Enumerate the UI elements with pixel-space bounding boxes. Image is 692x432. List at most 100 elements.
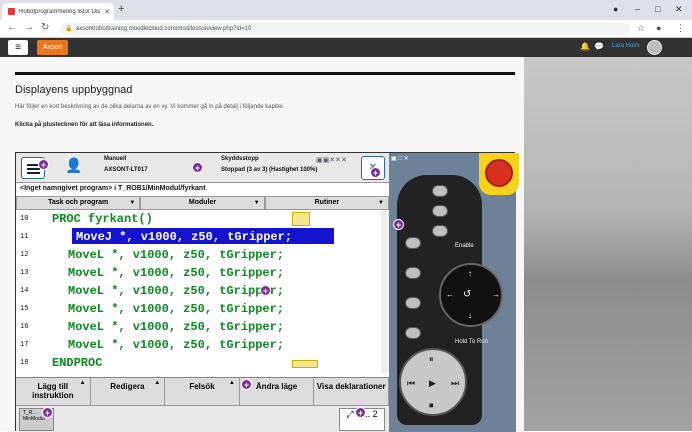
divider [15, 72, 515, 75]
bell-icon[interactable]: 🔔 [580, 42, 590, 51]
code-editor: 10 PROC fyrkant() 11 MoveJ *, v1000, z50, t… [16, 210, 389, 373]
status-icons: ▣▣✕✕✕ [316, 157, 347, 164]
hold-to-run-label: Hold To Run [455, 339, 488, 345]
code-line[interactable]: MoveL *, v1000, z50, tGripper; [68, 284, 284, 298]
chat-icon[interactable]: 💬 [594, 42, 604, 51]
hard-key[interactable] [405, 267, 421, 279]
plus-hotspot[interactable]: + [393, 219, 404, 230]
pendant-status-bar: + 👤 Manuell AXSONT-LT017 + Skyddsstopp S… [16, 153, 389, 183]
pendant-screen: + 👤 Manuell AXSONT-LT017 + Skyddsstopp S… [16, 153, 389, 432]
code-line[interactable]: MoveL *, v1000, z50, tGripper; [68, 302, 284, 316]
step-up-icon[interactable]: ⏸ [429, 354, 434, 365]
address-bar: ← → ↻ 🔒 axsontrobottraining.moodlecloud.… [0, 20, 692, 38]
step-back-icon[interactable]: ⏮ [407, 378, 415, 389]
code-line[interactable]: MoveJ *, v1000, z50, tGripper; [76, 230, 292, 244]
hard-key[interactable] [432, 205, 448, 217]
line-number: 11 [20, 233, 29, 241]
line-number: 14 [20, 287, 29, 295]
lesson-page: Displayens uppbyggnad Här följer en kort… [0, 57, 524, 432]
button-label: Lägg till instruktion [32, 382, 74, 400]
button-label: Felsök [189, 382, 215, 391]
code-line[interactable]: ENDPROC [52, 356, 102, 370]
pendant-hardware: ▣ □ ✕ ? + Enable ↑ ↓ ← → ↺ Hold To Run [389, 153, 519, 432]
close-tab-icon[interactable]: ✕ [104, 8, 110, 16]
tab-label: Moduler [188, 199, 217, 206]
user-name[interactable]: Lara Holm [612, 43, 640, 49]
course-button[interactable]: Axson [37, 40, 69, 55]
plus-hotspot[interactable]: + [370, 167, 381, 178]
run-status: Stoppad (3 av 3) (Hastighet 100%) [221, 167, 318, 173]
debug-button[interactable]: Felsök ▲ [165, 378, 240, 405]
pendant-bottom-menu: Lägg till instruktion ▲ Redigera ▲ Felsök ▲… [16, 377, 389, 405]
star-icon[interactable]: ☆ [637, 23, 645, 34]
scrollbar[interactable] [381, 210, 389, 373]
hamburger-button[interactable]: ≡ [8, 40, 28, 55]
operating-mode: Manuell [104, 156, 127, 162]
show-declarations-button[interactable]: Visa deklarationer [314, 378, 389, 405]
line-number: 16 [20, 323, 29, 331]
intro-text: Här följer en kort beskrivning av de oli… [15, 104, 285, 110]
back-icon[interactable]: ← [7, 22, 17, 33]
code-line[interactable]: PROC fyrkant() [52, 212, 153, 226]
hard-key[interactable] [432, 225, 448, 237]
code-line[interactable]: MoveL *, v1000, z50, tGripper; [68, 266, 284, 280]
button-label: Visa deklarationer [316, 382, 386, 391]
play-icon[interactable]: ▶ [429, 378, 436, 389]
step-forward-icon[interactable]: ⏭ [451, 378, 459, 389]
chevron-up-icon: ▲ [79, 380, 86, 386]
flexpendant-image: + 👤 Manuell AXSONT-LT017 + Skyddsstopp S… [15, 152, 519, 432]
plus-hotspot[interactable]: + [42, 407, 53, 418]
plus-hotspot[interactable]: + [241, 379, 252, 390]
hard-key[interactable] [432, 185, 448, 197]
stop-icon[interactable]: ⏹ [429, 400, 434, 411]
emergency-stop-button[interactable] [479, 153, 519, 195]
line-number: 12 [20, 251, 29, 259]
reload-icon[interactable]: ↻ [41, 22, 49, 33]
tab-modules[interactable]: Moduler ▼ [140, 196, 265, 210]
plus-hotspot[interactable]: + [260, 285, 271, 296]
code-line[interactable]: MoveL *, v1000, z50, tGripper; [68, 320, 284, 334]
maximize-button[interactable]: □ [655, 4, 660, 14]
hint-text: Klicka på plustecknen för att läsa infor… [15, 122, 154, 128]
jog-icon: ⤢ [346, 409, 354, 419]
add-instruction-button[interactable]: Lägg till instruktion ▲ [16, 378, 91, 405]
browser-tab[interactable]: Robotprogrammering listor Dis ✕ [2, 3, 114, 20]
line-number: 18 [20, 359, 29, 367]
joystick[interactable]: ↑ ↓ ← → ↺ [439, 263, 503, 327]
favicon-icon [8, 8, 15, 15]
profile-icon[interactable]: ● [656, 23, 661, 33]
hard-key[interactable] [405, 297, 421, 309]
hard-key[interactable] [405, 237, 421, 249]
kebab-menu-icon[interactable]: ⋮ [676, 23, 685, 34]
line-number: 17 [20, 341, 29, 349]
plus-hotspot[interactable]: + [38, 159, 49, 170]
tab-label: Task och program [48, 199, 109, 206]
page-title: Displayens uppbyggnad [15, 84, 133, 96]
code-line[interactable]: MoveL *, v1000, z50, tGripper; [68, 338, 284, 352]
tab-task-program[interactable]: Task och program ▼ [16, 196, 141, 210]
new-tab-button[interactable]: + [118, 3, 124, 15]
line-number: 15 [20, 305, 29, 313]
line-number: 13 [20, 269, 29, 277]
program-pointer-icon [292, 212, 310, 226]
forward-icon[interactable]: → [24, 22, 34, 33]
close-window-button[interactable]: ✕ [675, 4, 683, 15]
button-label: Ändra läge [255, 382, 298, 391]
enable-label: Enable [455, 243, 474, 249]
hard-key[interactable] [405, 327, 421, 339]
breadcrumb: <Inget namngivet program> i T_ROB1/MinMo… [20, 185, 206, 192]
plus-hotspot[interactable]: + [192, 162, 203, 173]
edit-button[interactable]: Redigera ▲ [91, 378, 166, 405]
avatar[interactable] [647, 40, 662, 55]
minimize-button[interactable]: – [635, 4, 640, 14]
url-field[interactable]: 🔒 axsontrobottraining.moodlecloud.com/mo… [60, 23, 630, 35]
pendant-taskbar: T_R... MinModul + ⤢ R... 2 + [16, 405, 389, 432]
plus-hotspot[interactable]: + [355, 407, 366, 418]
lock-icon: 🔒 [65, 26, 73, 32]
background-image [524, 57, 692, 431]
record-icon: ● [613, 4, 619, 14]
tab-routines[interactable]: Rutiner ▼ [264, 196, 389, 210]
run-buttons: ⏸ ⏮ ▶ ⏭ ⏹ [399, 348, 467, 416]
code-line[interactable]: MoveL *, v1000, z50, tGripper; [68, 248, 284, 262]
tab-title: Robotprogrammering listor Dis [19, 8, 101, 15]
